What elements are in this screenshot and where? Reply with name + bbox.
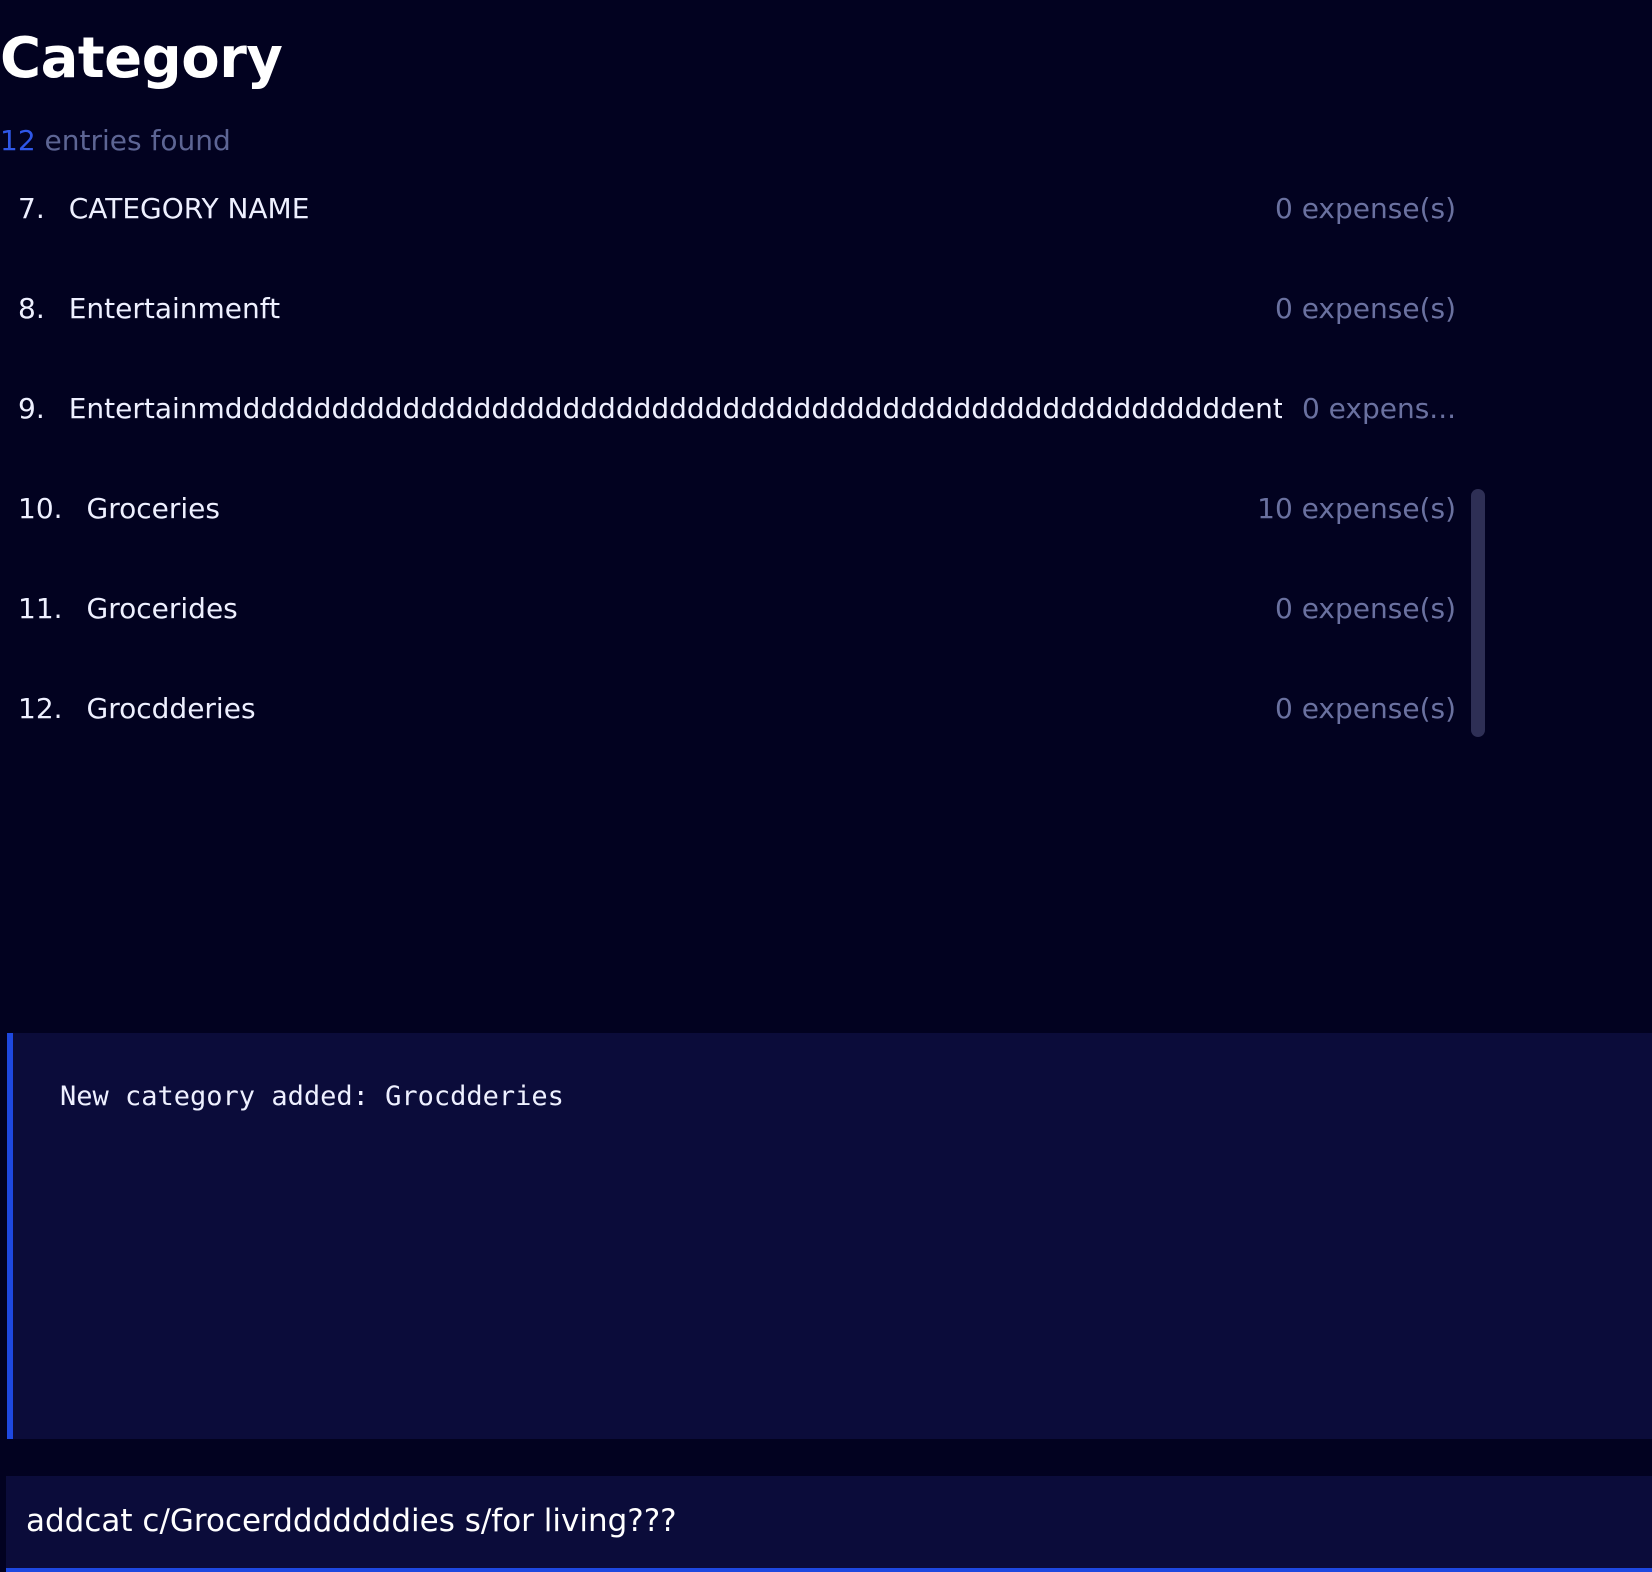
list-item-index: 11. xyxy=(18,591,63,625)
page-title: Category xyxy=(0,26,283,91)
command-box[interactable] xyxy=(6,1476,1652,1572)
list-item-index: 9. xyxy=(18,391,45,425)
list-item[interactable]: 8. Entertainmenft 0 expense(s) xyxy=(0,258,1490,358)
entries-count-label: entries found xyxy=(35,124,231,157)
list-item-expense-count: 0 expense(s) xyxy=(1254,691,1456,725)
result-display: New category added: Grocdderies xyxy=(7,1033,1652,1439)
list-item-expense-count: 0 expense(s) xyxy=(1254,291,1456,325)
list-item-index: 7. xyxy=(18,191,45,225)
list-item-expense-count: 0 expense(s) xyxy=(1254,191,1456,225)
list-item[interactable]: 10. Groceries 10 expense(s) xyxy=(0,458,1490,558)
entries-count-number: 12 xyxy=(0,124,36,157)
list-item[interactable]: 12. Grocdderies 0 expense(s) xyxy=(0,658,1490,752)
list-item[interactable]: 7. CATEGORY NAME 0 expense(s) xyxy=(0,182,1490,258)
category-list[interactable]: 7. CATEGORY NAME 0 expense(s) 8. Enterta… xyxy=(0,182,1490,752)
list-item-expense-count: 10 expense(s) xyxy=(1237,491,1456,525)
list-item-name: Entertainmdddddddddddddddddddddddddddddd… xyxy=(68,391,1284,425)
list-item-expense-count: 0 expens... xyxy=(1281,391,1456,425)
list-scrollbar[interactable] xyxy=(1471,489,1485,737)
category-list-content: 7. CATEGORY NAME 0 expense(s) 8. Enterta… xyxy=(0,182,1490,752)
result-message: New category added: Grocdderies xyxy=(60,1081,564,1112)
app-window: Category 12 entries found 7. CATEGORY NA… xyxy=(0,0,1652,1572)
list-item-index: 8. xyxy=(18,291,45,325)
list-item-expense-count: 0 expense(s) xyxy=(1254,591,1456,625)
list-item[interactable]: 11. Grocerides 0 expense(s) xyxy=(0,558,1490,658)
command-input[interactable] xyxy=(26,1496,1626,1546)
list-item[interactable]: 9. Entertainmddddddddddddddddddddddddddd… xyxy=(0,358,1490,458)
entries-count: 12 entries found xyxy=(0,124,231,157)
list-item-index: 12. xyxy=(18,691,63,725)
list-item-index: 10. xyxy=(18,491,63,525)
